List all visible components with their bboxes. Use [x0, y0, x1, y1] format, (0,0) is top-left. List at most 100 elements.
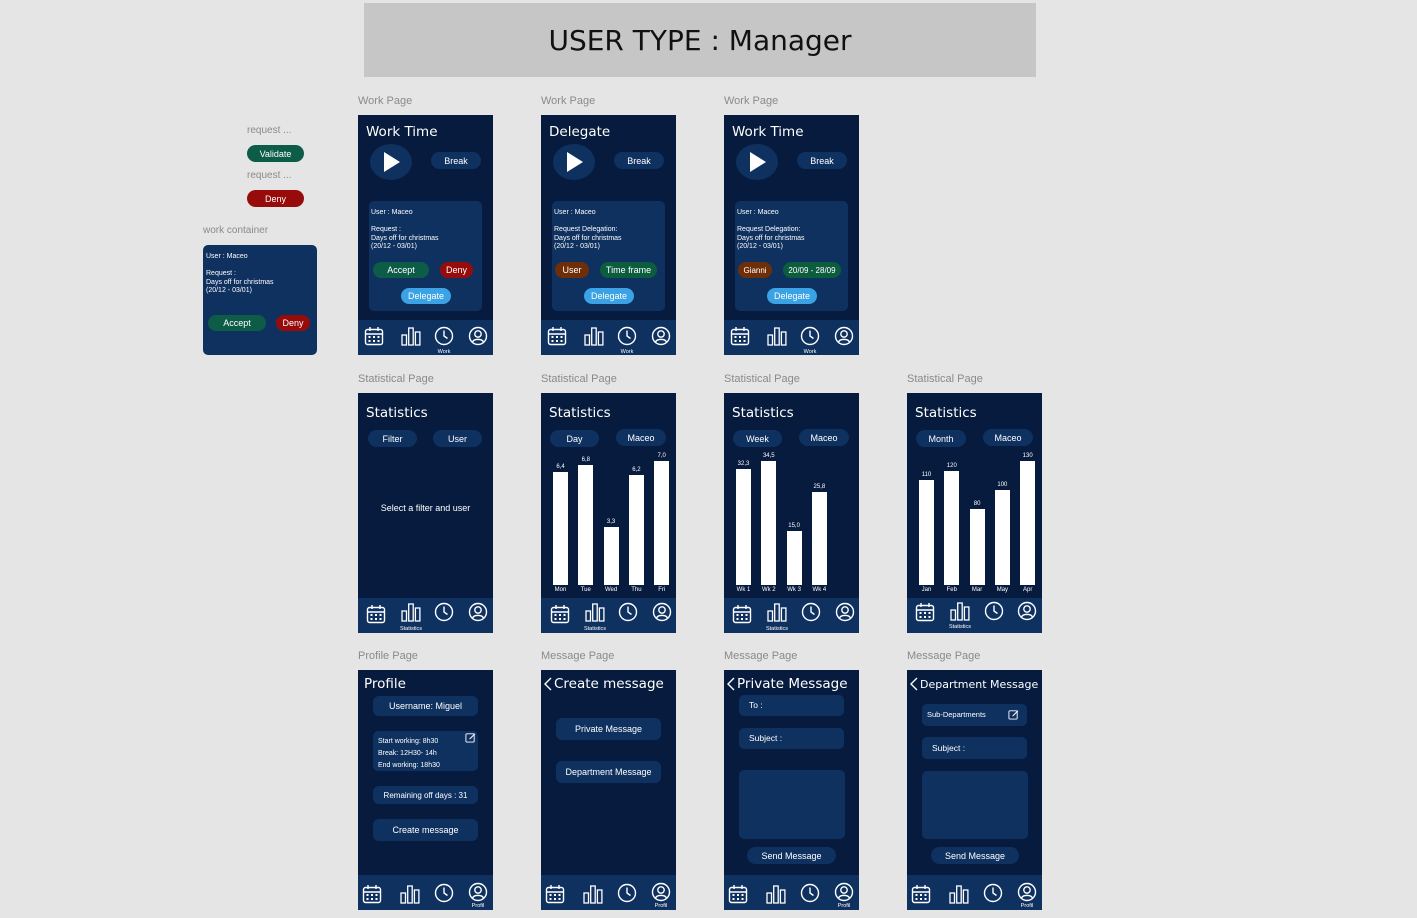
calendar-icon[interactable]: [547, 326, 567, 346]
user-select-button[interactable]: User: [555, 262, 589, 278]
edit-icon[interactable]: [465, 732, 476, 743]
send-message-button[interactable]: Send Message: [747, 847, 836, 864]
play-button[interactable]: [736, 144, 778, 180]
private-message-button[interactable]: Private Message: [556, 718, 661, 740]
chart-bar: [761, 461, 777, 585]
page-title: Work Time: [366, 124, 438, 140]
delegate-button[interactable]: Delegate: [401, 288, 451, 304]
break-button[interactable]: Break: [614, 152, 664, 169]
create-message-button[interactable]: Create message: [373, 819, 478, 841]
user-icon[interactable]: [468, 326, 488, 346]
accept-button[interactable]: Accept: [373, 262, 429, 278]
clock-icon[interactable]: [984, 601, 1004, 621]
user-icon[interactable]: [468, 882, 488, 902]
user-button[interactable]: Maceo: [799, 429, 849, 446]
bottom-nav: Profil: [907, 875, 1042, 910]
subject-field[interactable]: Subject :: [739, 728, 844, 749]
clock-icon[interactable]: [800, 883, 820, 903]
clock-icon[interactable]: [983, 883, 1003, 903]
statistics-page-frame: Statistics Filter User Select a filter a…: [358, 393, 493, 633]
user-icon[interactable]: [652, 602, 672, 622]
calendar-icon[interactable]: [730, 326, 750, 346]
user-button[interactable]: User: [433, 430, 482, 447]
calendar-icon[interactable]: [915, 602, 935, 622]
validate-button[interactable]: Validate: [247, 145, 304, 162]
clock-icon[interactable]: [434, 883, 454, 903]
bar-category-label: Feb: [946, 587, 957, 593]
bar-chart-icon[interactable]: [400, 884, 420, 904]
edit-icon[interactable]: [1008, 709, 1019, 720]
sub-departments-label: Sub-Departments: [927, 710, 986, 719]
subject-field[interactable]: Subject :: [922, 737, 1027, 759]
calendar-icon[interactable]: [911, 884, 931, 904]
back-chevron-icon[interactable]: [544, 677, 552, 691]
bar-chart-icon[interactable]: [950, 601, 970, 621]
message-body-field[interactable]: [739, 770, 845, 839]
time-frame-button[interactable]: Time frame: [600, 262, 657, 278]
user-icon[interactable]: [835, 602, 855, 622]
break-button[interactable]: Break: [797, 152, 847, 169]
bar-chart-icon[interactable]: [766, 884, 786, 904]
deny-button[interactable]: Deny: [440, 262, 473, 278]
calendar-icon[interactable]: [732, 604, 752, 624]
page-title: Statistics: [549, 405, 611, 421]
username-field[interactable]: Username: Miguel: [373, 696, 478, 716]
play-button[interactable]: [370, 144, 412, 180]
calendar-icon[interactable]: [550, 604, 570, 624]
filter-button[interactable]: Day: [550, 430, 599, 447]
bar-chart-icon[interactable]: [401, 602, 421, 622]
clock-icon[interactable]: [800, 326, 820, 346]
clock-icon[interactable]: [434, 326, 454, 346]
clock-icon[interactable]: [617, 326, 637, 346]
bar-chart-icon[interactable]: [583, 884, 603, 904]
bar-chart-icon[interactable]: [949, 884, 969, 904]
to-field[interactable]: To :: [739, 695, 844, 716]
user-icon[interactable]: [834, 882, 854, 902]
calendar-icon[interactable]: [366, 604, 386, 624]
department-message-button[interactable]: Department Message: [556, 761, 661, 783]
bar-chart-icon[interactable]: [767, 602, 787, 622]
calendar-icon[interactable]: [362, 884, 382, 904]
delegate-button[interactable]: Delegate: [767, 288, 817, 304]
user-icon[interactable]: [834, 326, 854, 346]
time-frame-button[interactable]: 20/09 - 28/09: [783, 262, 841, 278]
calendar-icon[interactable]: [364, 326, 384, 346]
user-button[interactable]: Maceo: [983, 429, 1033, 446]
frame-label: Message Page: [907, 650, 981, 662]
bar-chart-icon[interactable]: [585, 602, 605, 622]
nav-label: Profil: [654, 903, 668, 909]
back-chevron-icon[interactable]: [910, 677, 918, 691]
clock-icon[interactable]: [617, 883, 637, 903]
clock-icon[interactable]: [434, 602, 454, 622]
user-icon[interactable]: [1017, 882, 1037, 902]
clock-icon[interactable]: [801, 602, 821, 622]
filter-button[interactable]: Week: [733, 430, 782, 447]
bar-chart-icon[interactable]: [767, 326, 787, 346]
filter-button[interactable]: Month: [916, 430, 966, 447]
bar-value-label: 6,4: [556, 463, 565, 470]
delegate-button[interactable]: Delegate: [584, 288, 634, 304]
user-select-button[interactable]: Gianni: [738, 262, 772, 278]
user-icon[interactable]: [1017, 601, 1037, 621]
user-button[interactable]: Maceo: [616, 429, 666, 446]
filter-button[interactable]: Filter: [368, 430, 417, 447]
banner-title: USER TYPE : Manager: [548, 23, 852, 57]
bar-chart-icon[interactable]: [401, 326, 421, 346]
back-chevron-icon[interactable]: [727, 677, 735, 691]
calendar-icon[interactable]: [545, 884, 565, 904]
send-message-button[interactable]: Send Message: [931, 847, 1019, 864]
accept-button[interactable]: Accept: [208, 315, 266, 331]
break-button[interactable]: Break: [431, 152, 481, 169]
deny-button[interactable]: Deny: [276, 315, 310, 331]
working-hours-card: Start working: 8h30 Break: 12H30- 14h En…: [373, 731, 478, 771]
bar-chart-icon[interactable]: [584, 326, 604, 346]
message-body-field[interactable]: [922, 771, 1028, 839]
sub-departments-field[interactable]: Sub-Departments: [922, 704, 1027, 726]
deny-button[interactable]: Deny: [247, 190, 304, 207]
user-icon[interactable]: [651, 326, 671, 346]
user-icon[interactable]: [651, 882, 671, 902]
calendar-icon[interactable]: [728, 884, 748, 904]
user-icon[interactable]: [468, 602, 488, 622]
clock-icon[interactable]: [618, 602, 638, 622]
play-button[interactable]: [553, 144, 595, 180]
